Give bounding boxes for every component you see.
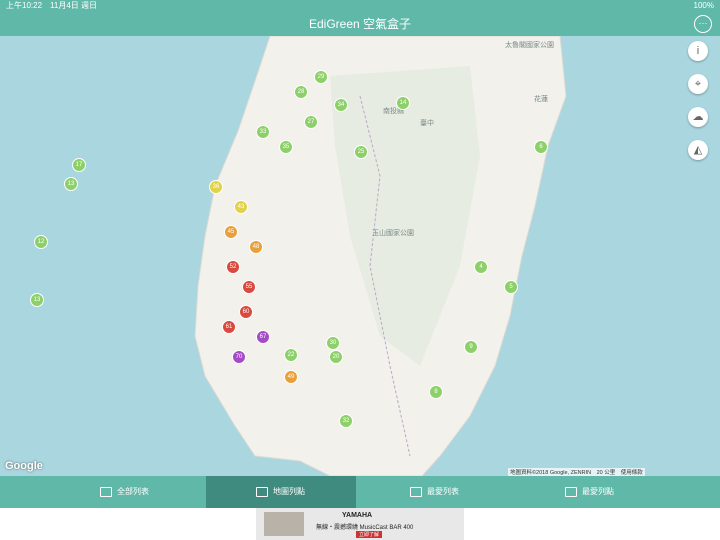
tab-label: 最愛列表 [427, 487, 459, 496]
ad-image [264, 512, 304, 536]
map-attribution[interactable]: 地圖資料©2018 Google, ZENRIN 20 公里 使用條款 [508, 468, 645, 476]
nav-bar: EdiGreen 空氣盒子 ··· [0, 12, 720, 36]
aqi-marker[interactable]: 13 [64, 177, 78, 191]
tab-all-list[interactable]: 全部列表 [100, 476, 205, 508]
tab-favorite-list[interactable]: 最愛列表 [410, 476, 510, 508]
ad-cta-button[interactable]: 立即了解 [356, 531, 383, 538]
map-icon [256, 486, 268, 497]
aqi-marker[interactable]: 70 [232, 350, 246, 364]
aqi-marker[interactable]: 30 [326, 336, 340, 350]
tab-label: 地圖列點 [273, 487, 305, 496]
tab-label: 全部列表 [117, 487, 149, 496]
tab-favorite-points[interactable]: 最愛列點 [565, 476, 665, 508]
star-map-icon [565, 486, 577, 497]
aqi-marker[interactable]: 43 [234, 200, 248, 214]
aqi-marker[interactable]: 14 [396, 96, 410, 110]
list-icon [100, 486, 112, 497]
layers-icon[interactable]: ◭ [688, 140, 708, 160]
aqi-marker[interactable]: 8 [429, 385, 443, 399]
aqi-marker[interactable]: 52 [226, 260, 240, 274]
map-label-taroko: 太魯閣國家公園 [505, 42, 554, 49]
ad-text: 無線・震撼環繞 MusicCast BAR 400 [316, 525, 414, 531]
aqi-marker[interactable]: 20 [329, 350, 343, 364]
map-label-hualien: 花蓮 [534, 96, 548, 103]
aqi-marker[interactable]: 32 [339, 414, 353, 428]
map-view[interactable]: 太魯閣國家公園 南投縣 臺中 玉山國家公園 花蓮 29 28 34 27 33 35 17 1… [0, 36, 720, 476]
aqi-marker[interactable]: 29 [314, 70, 328, 84]
google-logo: Google [5, 460, 43, 472]
aqi-marker[interactable]: 27 [304, 115, 318, 129]
ad-banner[interactable]: YAMAHA 無線・震撼環繞 MusicCast BAR 400 立即了解 [256, 508, 464, 540]
aqi-marker[interactable]: 5 [504, 280, 518, 294]
aqi-marker[interactable]: 67 [256, 330, 270, 344]
aqi-marker[interactable]: 33 [256, 125, 270, 139]
ad-brand: YAMAHA [342, 512, 373, 519]
aqi-marker[interactable]: 55 [242, 280, 256, 294]
map-label-taichung: 臺中 [420, 120, 434, 127]
aqi-marker[interactable]: 9 [464, 340, 478, 354]
aqi-marker[interactable]: 61 [222, 320, 236, 334]
info-icon[interactable]: i [688, 41, 708, 61]
tab-bar: 全部列表 地圖列點 最愛列表 最愛列點 [0, 476, 720, 508]
aqi-marker[interactable]: 36 [209, 180, 223, 194]
aqi-marker[interactable]: 45 [224, 225, 238, 239]
aqi-marker[interactable]: 13 [30, 293, 44, 307]
aqi-marker[interactable]: 22 [284, 348, 298, 362]
tab-label: 最愛列點 [582, 487, 614, 496]
aqi-marker[interactable]: 35 [279, 140, 293, 154]
aqi-marker[interactable]: 48 [249, 240, 263, 254]
battery-indicator: 100% [693, 1, 714, 10]
aqi-marker[interactable]: 17 [72, 158, 86, 172]
aqi-marker[interactable]: 34 [334, 98, 348, 112]
aqi-marker[interactable]: 60 [239, 305, 253, 319]
tab-map-points[interactable]: 地圖列點 [206, 476, 356, 508]
star-list-icon [410, 486, 422, 497]
aqi-marker[interactable]: 4 [474, 260, 488, 274]
aqi-marker[interactable]: 12 [34, 235, 48, 249]
more-icon[interactable]: ··· [694, 15, 712, 33]
page-title: EdiGreen 空氣盒子 [308, 17, 412, 31]
aqi-marker[interactable]: 25 [354, 145, 368, 159]
status-bar: 上午10:22 11月4日 週日 100% [0, 0, 720, 12]
map-label-yushan: 玉山國家公園 [372, 230, 414, 237]
aqi-marker[interactable]: 49 [284, 370, 298, 384]
status-time-date: 上午10:22 11月4日 週日 [6, 1, 97, 10]
aqi-marker[interactable]: 6 [534, 140, 548, 154]
location-icon[interactable]: ⌖ [688, 74, 708, 94]
taiwan-map [194, 36, 567, 476]
weather-icon[interactable]: ☁ [688, 107, 708, 127]
aqi-marker[interactable]: 28 [294, 85, 308, 99]
